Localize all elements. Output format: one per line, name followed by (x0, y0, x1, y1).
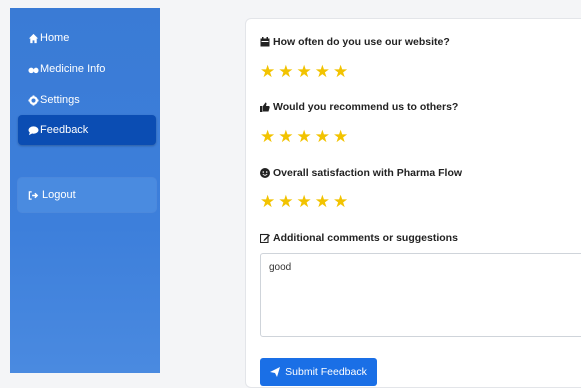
star-icon[interactable]: ★ (278, 128, 293, 145)
home-icon (28, 33, 39, 44)
smile-icon (260, 168, 270, 178)
pills-icon (28, 64, 39, 75)
logout-button[interactable]: Logout (18, 178, 156, 212)
sidebar-item-settings[interactable]: Settings (18, 86, 156, 114)
sidebar-item-label: Settings (40, 94, 80, 106)
comment-icon (28, 125, 39, 136)
feedback-form-card: How often do you use our website? ★ ★ ★ … (245, 18, 581, 388)
logout-label: Logout (42, 189, 76, 201)
star-icon[interactable]: ★ (315, 193, 330, 210)
thumbs-up-icon (260, 102, 270, 112)
sidebar-item-label: Medicine Info (40, 63, 106, 75)
star-icon[interactable]: ★ (260, 63, 275, 80)
star-icon[interactable]: ★ (297, 193, 312, 210)
rating-stars-satisfaction[interactable]: ★ ★ ★ ★ ★ (260, 193, 348, 210)
sidebar-item-label: Feedback (40, 124, 89, 136)
question-label: How often do you use our website? (260, 36, 450, 48)
question-label: Overall satisfaction with Pharma Flow (260, 167, 462, 179)
edit-icon (260, 233, 270, 243)
star-icon[interactable]: ★ (278, 193, 293, 210)
rating-stars-recommend[interactable]: ★ ★ ★ ★ ★ (260, 128, 348, 145)
sidebar-item-home[interactable]: Home (18, 24, 156, 52)
sidebar-item-feedback[interactable]: Feedback (18, 115, 156, 145)
star-icon[interactable]: ★ (297, 63, 312, 80)
submit-feedback-button[interactable]: Submit Feedback (260, 358, 377, 386)
star-icon[interactable]: ★ (260, 193, 275, 210)
star-icon[interactable]: ★ (315, 128, 330, 145)
star-icon[interactable]: ★ (333, 128, 348, 145)
sidebar-item-medicine-info[interactable]: Medicine Info (18, 55, 156, 83)
sidebar: Home Medicine Info Settings Feedback Log… (10, 8, 160, 373)
sign-out-icon (28, 190, 39, 201)
comments-textarea[interactable]: good (260, 253, 581, 337)
star-icon[interactable]: ★ (260, 128, 275, 145)
gear-icon (28, 94, 39, 106)
paper-plane-icon (270, 367, 281, 377)
star-icon[interactable]: ★ (297, 128, 312, 145)
star-icon[interactable]: ★ (333, 63, 348, 80)
star-icon[interactable]: ★ (278, 63, 293, 80)
star-icon[interactable]: ★ (333, 193, 348, 210)
comments-label: Additional comments or suggestions (260, 232, 458, 244)
sidebar-item-label: Home (40, 32, 70, 44)
calendar-icon (260, 37, 270, 47)
question-label: Would you recommend us to others? (260, 101, 458, 113)
star-icon[interactable]: ★ (315, 63, 330, 80)
rating-stars-usage[interactable]: ★ ★ ★ ★ ★ (260, 63, 348, 80)
